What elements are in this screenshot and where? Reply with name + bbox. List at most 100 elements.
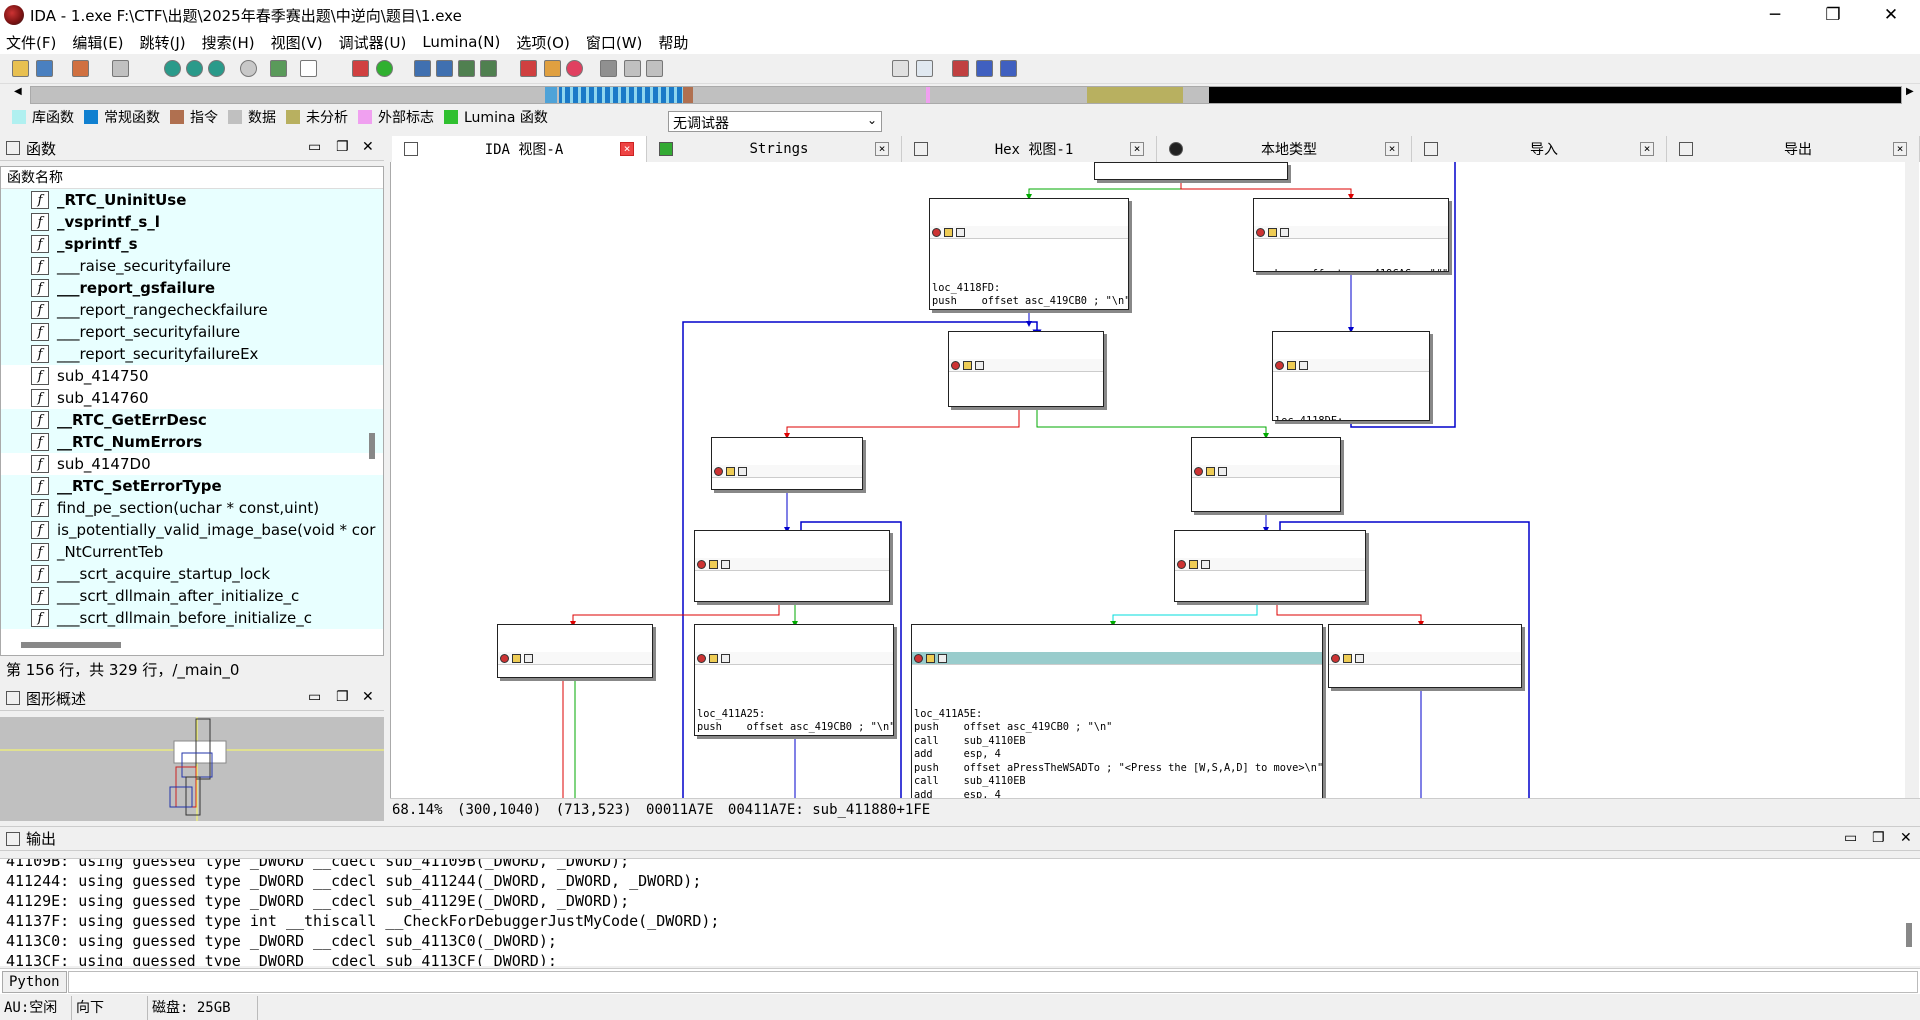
code-block-loc_411938[interactable]: loc_411938:cmp [ebp+var_2C], 28h ; '('jg… [694, 530, 890, 602]
close-icon[interactable]: × [1640, 142, 1654, 156]
python-language-button[interactable]: Python [2, 971, 67, 993]
pane-close-icon[interactable]: ✕ [1900, 830, 1912, 846]
function-list-item[interactable]: f find_pe_section(uchar * const,uint) [1, 497, 383, 519]
close-icon[interactable]: × [875, 142, 889, 156]
run-icon[interactable] [600, 60, 617, 77]
tab-local-types[interactable]: 本地类型 × [1157, 136, 1412, 162]
function-list-item[interactable]: f ___scrt_dllmain_after_initialize_c [1, 585, 383, 607]
nav-left-arrow-icon[interactable]: ◀ [14, 86, 22, 97]
code-label[interactable]: loc_4118FD: [932, 282, 1126, 296]
code-block-push-asc_419CAC[interactable]: push offset asc_419CAC ; "#"call sub_411… [1253, 198, 1449, 272]
output-window[interactable]: 41109B: using guessed type _DWORD __cdec… [0, 858, 1920, 966]
code-line[interactable] [1177, 600, 1363, 601]
menu-debugger[interactable]: 调试器(U) [339, 32, 407, 53]
function-list-item[interactable]: f _NtCurrentTeb [1, 541, 383, 563]
jump-icon[interactable] [270, 60, 287, 77]
function-list-item[interactable]: f ___raise_securityfailure [1, 255, 383, 277]
pane-maximize-icon[interactable]: ▭ [1844, 830, 1857, 846]
strings-icon[interactable] [208, 60, 225, 77]
enum-icon[interactable] [436, 60, 453, 77]
code-line[interactable]: call sub_4110EB [914, 775, 1320, 789]
code-line[interactable]: add esp, 4 [914, 789, 1320, 799]
code-line[interactable]: push offset aPressTheWSADTo ; "<Press th… [914, 762, 1322, 776]
code-block-loc_41191C[interactable]: loc_41191C:cmp [ebp+var_20], 14hjge loc_… [948, 331, 1104, 407]
function-list-item[interactable]: f __RTC_SetErrorType [1, 475, 383, 497]
close-icon[interactable]: × [620, 142, 634, 156]
function-list-item[interactable]: f __RTC_NumErrors [1, 431, 383, 453]
pane-close-icon[interactable]: ✕ [362, 139, 374, 155]
code-line[interactable] [697, 694, 891, 708]
navigation-strip[interactable] [30, 86, 1902, 104]
outdent-icon[interactable] [1000, 60, 1017, 77]
function-list-item[interactable]: f _RTC_UninitUse [1, 189, 383, 211]
menu-view[interactable]: 视图(V) [271, 32, 323, 53]
graph-overview[interactable] [0, 717, 384, 821]
code-block-push-asc_419CAC-2[interactable]: push offset asc_419CAC ; "#"call sub_411… [1328, 624, 1522, 688]
pane-maximize-icon[interactable]: ▭ [308, 689, 321, 705]
vertical-scrollbar-thumb[interactable] [369, 433, 375, 459]
menu-edit[interactable]: 编辑(E) [72, 32, 123, 53]
code-label[interactable]: loc_4118DF: [1275, 415, 1427, 421]
code-block-loc_4118FD[interactable]: loc_4118FD: push offset asc_419CB0 ; "\n"… [929, 198, 1129, 310]
tab-hex-view-1[interactable]: Hex 视图-1 × [902, 136, 1157, 162]
pane-float-icon[interactable]: ❐ [336, 689, 349, 705]
python-command-input[interactable] [68, 971, 1918, 993]
code-label[interactable]: loc_411A5E: [914, 708, 1320, 722]
lumina-icon[interactable] [376, 60, 393, 77]
function-list-item[interactable]: f is_potentially_valid_image_base(void * … [1, 519, 383, 541]
code-line[interactable]: call sub_4110EB [914, 735, 1320, 749]
struct-icon[interactable] [414, 60, 431, 77]
code-block-top[interactable]: jge short loc_4118FD [1094, 162, 1288, 180]
code-line[interactable]: push offset asc_419CB0 ; "\n" [914, 721, 1320, 735]
code-line[interactable]: push offset asc_419CB0 ; "\n" [932, 295, 1128, 309]
close-icon[interactable]: × [1893, 142, 1907, 156]
menu-windows[interactable]: 窗口(W) [586, 32, 643, 53]
cross-ref-icon[interactable] [480, 60, 497, 77]
nav-right-arrow-icon[interactable]: ▶ [1906, 86, 1914, 97]
code-line[interactable] [697, 600, 887, 601]
code-block-mov-var_2C[interactable]: mov [ebp+var_2C], 0jmp short loc_411938 [711, 437, 863, 490]
close-icon[interactable]: × [1385, 142, 1399, 156]
function-list-item[interactable]: f sub_4147D0 [1, 453, 383, 475]
menu-search[interactable]: 搜索(H) [202, 32, 255, 53]
cursor-icon[interactable] [892, 60, 909, 77]
code-line[interactable]: push offset asc_419CB0 ; "\n" [697, 721, 893, 735]
code-line[interactable] [914, 694, 1320, 708]
function-list-item[interactable]: f ___report_securityfailureEx [1, 343, 383, 365]
ida-graph-view[interactable]: jge short loc_4118FD loc_4118FD:push off… [390, 162, 1920, 798]
function-list-item[interactable]: f ___report_rangecheckfailure [1, 299, 383, 321]
stop-icon[interactable] [520, 60, 537, 77]
breakpoint-icon[interactable] [352, 60, 369, 77]
horizontal-scrollbar-thumb[interactable] [21, 642, 121, 648]
tab-exports[interactable]: 导出 × [1667, 136, 1920, 162]
menu-help[interactable]: 帮助 [658, 32, 688, 53]
function-list-item[interactable]: f ___report_securityfailure [1, 321, 383, 343]
menu-file[interactable]: 文件(F) [6, 32, 56, 53]
maximize-button[interactable]: ❐ [1804, 0, 1862, 30]
code-label[interactable]: loc_411A25: [697, 708, 891, 722]
code-line[interactable] [951, 401, 1101, 406]
function-list-item[interactable]: f sub_414760 [1, 387, 383, 409]
menu-options[interactable]: 选项(O) [516, 32, 570, 53]
function-list-item[interactable]: f sub_414750 [1, 365, 383, 387]
text-icon[interactable] [300, 60, 317, 77]
functions-list[interactable]: 函数名称 f _RTC_UninitUse f _vsprintf_s_l f _spri… [0, 166, 384, 656]
code-block-loc_411A37[interactable]: loc_411A37:mov [ebp+var_50], 0jmp short … [1191, 437, 1341, 512]
function-name-column-header[interactable]: 函数名称 [1, 167, 383, 189]
function-list-item[interactable]: f _vsprintf_s_l [1, 211, 383, 233]
indent-icon[interactable] [976, 60, 993, 77]
code-block-loc_411A25[interactable]: loc_411A25: push offset asc_419CB0 ; "\n"… [694, 624, 894, 736]
trace-icon[interactable] [544, 60, 561, 77]
graph-vertical-scrollbar[interactable] [1905, 162, 1919, 798]
minimize-button[interactable]: ─ [1746, 0, 1804, 30]
back-icon[interactable] [72, 60, 89, 77]
navigation-band[interactable]: ◀ ▶ [0, 84, 1920, 106]
code-block-loc_411A5E[interactable]: loc_411A5E: push offset asc_419CB0 ; "\n"… [911, 624, 1323, 798]
pause-icon[interactable] [624, 60, 641, 77]
function-list-item[interactable]: f ___scrt_acquire_startup_lock [1, 563, 383, 585]
code-line[interactable]: push offset asc_419CAC ; "#" [1256, 268, 1448, 271]
pane-float-icon[interactable]: ❐ [336, 139, 349, 155]
code-block-loc_411A49[interactable]: loc_411A49:cmp [ebp+var_50], 2Ah ; '*'jg… [1174, 530, 1366, 602]
functions-icon[interactable] [240, 60, 257, 77]
function-list-item[interactable]: f _sprintf_s [1, 233, 383, 255]
